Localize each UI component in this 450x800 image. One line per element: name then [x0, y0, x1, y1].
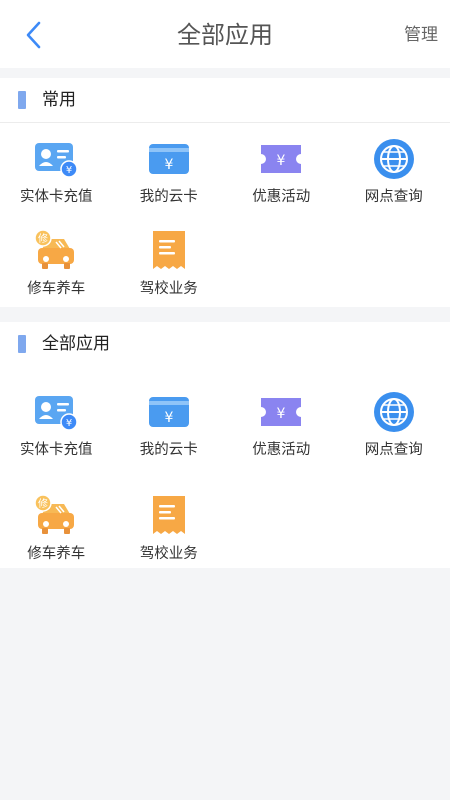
- app-label: 修车养车: [27, 546, 86, 562]
- section-marker: [18, 335, 26, 353]
- id-card-recharge-icon: ¥: [34, 390, 78, 434]
- globe-icon: [372, 137, 416, 181]
- app-outlet-search[interactable]: 网点查询: [338, 123, 450, 215]
- section-title: 常用: [42, 90, 76, 110]
- app-label: 优惠活动: [252, 442, 311, 458]
- app-label: 实体卡充值: [20, 442, 93, 458]
- svg-text:¥: ¥: [164, 410, 173, 426]
- app-label: 驾校业务: [139, 546, 198, 562]
- app-label: 我的云卡: [139, 189, 198, 205]
- section-header: 全部应用: [0, 322, 450, 366]
- car-repair-icon: 修: [34, 229, 78, 273]
- app-grid: ¥ 实体卡充值 ¥ 我的云卡 ¥ 优惠活动 网点查询 修 修车养车 驾校业务: [0, 123, 450, 307]
- manage-button[interactable]: 管理: [404, 22, 438, 48]
- app-car-repair[interactable]: 修 修车养车: [0, 215, 113, 307]
- page-title: 全部应用: [177, 21, 273, 49]
- car-repair-icon: 修: [34, 494, 78, 538]
- id-card-recharge-icon: ¥: [34, 137, 78, 181]
- svg-text:¥: ¥: [277, 406, 286, 422]
- app-label: 我的云卡: [139, 442, 198, 458]
- app-label: 修车养车: [27, 281, 86, 297]
- receipt-icon: [147, 494, 191, 538]
- app-driving-school[interactable]: 驾校业务: [113, 480, 226, 572]
- receipt-icon: [147, 229, 191, 273]
- app-driving-school[interactable]: 驾校业务: [113, 215, 226, 307]
- section-title: 全部应用: [42, 334, 110, 354]
- coupon-ticket-icon: ¥: [259, 390, 303, 434]
- section-marker: [18, 91, 26, 109]
- cloud-card-icon: ¥: [147, 137, 191, 181]
- app-car-repair[interactable]: 修 修车养车: [0, 480, 113, 572]
- cloud-card-icon: ¥: [147, 390, 191, 434]
- app-label: 网点查询: [364, 442, 423, 458]
- app-label: 网点查询: [364, 189, 423, 205]
- app-label: 优惠活动: [252, 189, 311, 205]
- svg-text:¥: ¥: [277, 153, 286, 169]
- app-id-card-recharge[interactable]: ¥ 实体卡充值: [0, 376, 113, 480]
- app-cloud-card[interactable]: ¥ 我的云卡: [113, 123, 226, 215]
- app-cloud-card[interactable]: ¥ 我的云卡: [113, 376, 226, 480]
- section-all-apps: 全部应用 ¥ 实体卡充值 ¥ 我的云卡 ¥ 优惠活动 网点查询 修 修车养车 驾…: [0, 322, 450, 568]
- top-bar: 全部应用 管理: [0, 0, 450, 68]
- svg-text:¥: ¥: [164, 157, 173, 173]
- app-label: 驾校业务: [139, 281, 198, 297]
- globe-icon: [372, 390, 416, 434]
- section-header: 常用: [0, 78, 450, 123]
- section-frequent: 常用 ¥ 实体卡充值 ¥ 我的云卡 ¥ 优惠活动 网点查询 修 修车养车 驾校业…: [0, 78, 450, 307]
- app-label: 实体卡充值: [20, 189, 93, 205]
- svg-text:¥: ¥: [66, 418, 72, 429]
- coupon-ticket-icon: ¥: [259, 137, 303, 181]
- app-id-card-recharge[interactable]: ¥ 实体卡充值: [0, 123, 113, 215]
- app-coupon-activity[interactable]: ¥ 优惠活动: [225, 123, 338, 215]
- app-coupon-activity[interactable]: ¥ 优惠活动: [225, 376, 338, 480]
- svg-text:修: 修: [38, 232, 48, 245]
- svg-text:修: 修: [38, 497, 48, 510]
- app-outlet-search[interactable]: 网点查询: [338, 376, 450, 480]
- app-grid: ¥ 实体卡充值 ¥ 我的云卡 ¥ 优惠活动 网点查询 修 修车养车 驾校业务: [0, 376, 450, 572]
- svg-text:¥: ¥: [66, 165, 72, 176]
